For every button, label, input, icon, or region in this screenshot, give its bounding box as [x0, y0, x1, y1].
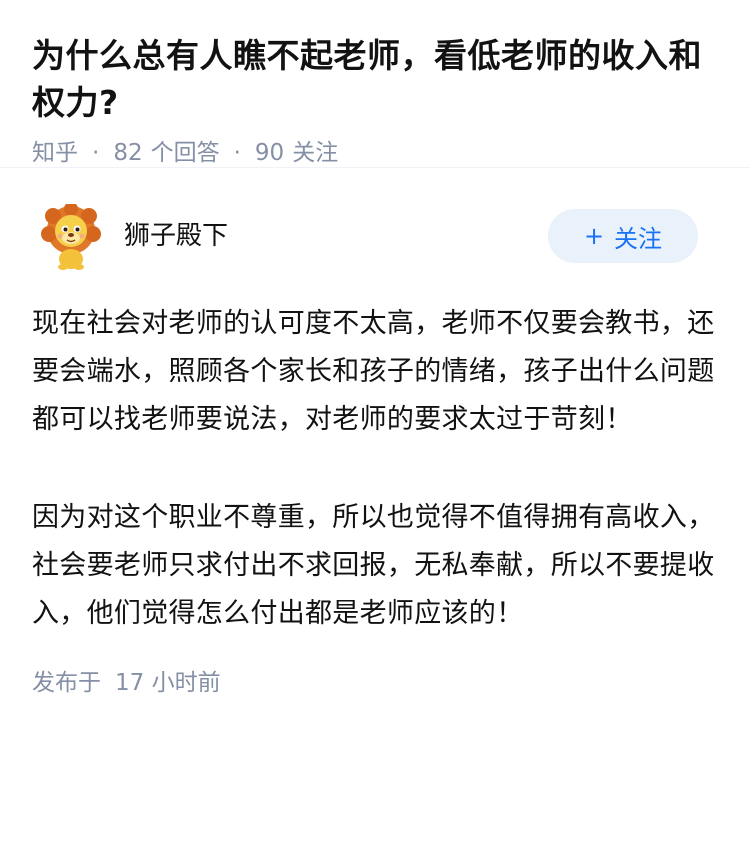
follower-count-label: 关注 [292, 140, 339, 166]
answer-count-label: 个回答 [150, 140, 220, 166]
answer-count: 82 [113, 140, 143, 166]
author-name[interactable]: 狮子殿下 [124, 218, 228, 254]
publish-label: 发布于 [32, 670, 101, 696]
publish-time[interactable]: 发布于 17 小时前 [32, 668, 718, 698]
plus-icon: + [583, 222, 605, 250]
follower-count: 90 [254, 140, 285, 166]
question-title[interactable]: 为什么总有人瞧不起老师，看低老师的收入和权力? [32, 32, 718, 126]
meta-separator: · [233, 140, 241, 166]
answer-paragraph: 现在社会对老师的认可度不太高，老师不仅要会教书，还要会端水，照顾各个家长和孩子的… [32, 308, 715, 435]
publish-ago: 17 小时前 [115, 670, 221, 696]
follow-button[interactable]: + 关注 [548, 209, 698, 263]
meta-separator: · [92, 140, 100, 166]
answer-paragraph: 因为对这个职业不尊重，所以也觉得不值得拥有高收入，社会要老师只求付出不求回报，无… [32, 502, 715, 629]
follow-button-label: 关注 [614, 224, 663, 253]
question-meta: 知乎 · 82 个回答 · 90 关注 [32, 138, 718, 168]
author-row: 狮子殿下 + 关注 [32, 168, 718, 298]
avatar[interactable] [40, 204, 102, 270]
source-label[interactable]: 知乎 [32, 138, 78, 168]
question-header: 为什么总有人瞧不起老师，看低老师的收入和权力? 知乎 · 82 个回答 · 90 关… [0, 0, 750, 168]
follower-count-link[interactable]: 90 关注 [255, 138, 338, 168]
answer-content: 现在社会对老师的认可度不太高，老师不仅要会教书，还要会端水，照顾各个家长和孩子的… [32, 300, 718, 638]
answer-card: 狮子殿下 + 关注 现在社会对老师的认可度不太高，老师不仅要会教书，还要会端水，… [0, 168, 750, 698]
answer-count-link[interactable]: 82 个回答 [113, 138, 219, 168]
